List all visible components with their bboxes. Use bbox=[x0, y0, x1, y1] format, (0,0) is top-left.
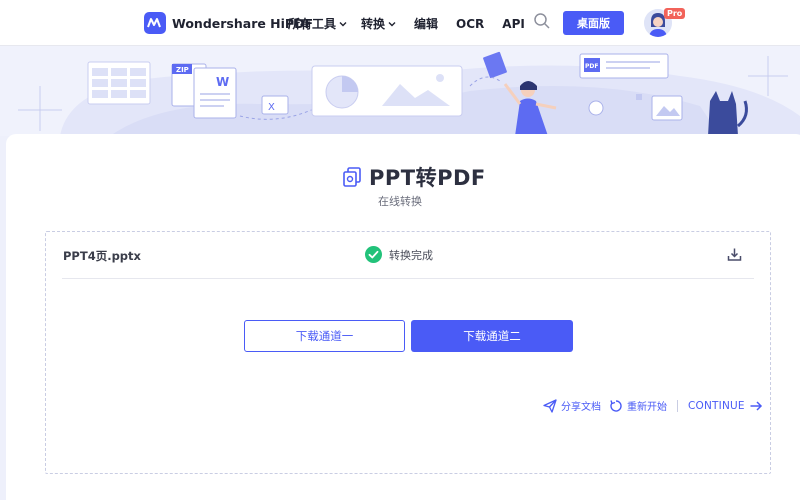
hero-banner: ZIP W X PDF bbox=[0, 46, 800, 136]
chevron-down-icon bbox=[388, 21, 396, 26]
post-actions: 分享文档 重新开始 CONTINUE bbox=[543, 398, 763, 413]
share-label: 分享文档 bbox=[561, 402, 601, 413]
word-label: W bbox=[216, 75, 229, 89]
pro-badge: Pro bbox=[664, 8, 686, 19]
banner-illustration: ZIP W X PDF bbox=[18, 51, 800, 136]
zip-label: ZIP bbox=[176, 66, 189, 74]
excel-label: X bbox=[268, 102, 275, 113]
refresh-icon bbox=[610, 399, 622, 412]
arrow-right-icon bbox=[750, 400, 762, 411]
nav-edit[interactable]: 编辑 bbox=[414, 15, 438, 32]
hipdf-logo-icon bbox=[144, 12, 166, 34]
download-icon[interactable] bbox=[727, 247, 742, 262]
row-divider bbox=[62, 278, 754, 279]
top-header: Wondershare HiPDF 所有工具 转换 编辑 OCR API 桌面版… bbox=[0, 0, 800, 46]
status-text: 转换完成 bbox=[389, 248, 433, 262]
restart-button[interactable]: 重新开始 bbox=[609, 398, 667, 413]
result-panel bbox=[45, 231, 771, 474]
share-document-button[interactable]: 分享文档 bbox=[543, 398, 601, 413]
chevron-down-icon bbox=[339, 21, 347, 26]
ppt-to-pdf-icon bbox=[343, 167, 361, 187]
nav-ocr[interactable]: OCR bbox=[456, 17, 484, 31]
search-icon[interactable] bbox=[533, 12, 551, 30]
main-nav: 所有工具 转换 编辑 OCR API bbox=[288, 15, 525, 32]
nav-all-tools-label: 所有工具 bbox=[288, 17, 337, 31]
download-channel-1-button[interactable]: 下载通道一 bbox=[244, 320, 405, 352]
page-subtitle: 在线转换 bbox=[378, 195, 422, 208]
continue-button[interactable]: CONTINUE bbox=[688, 399, 763, 413]
conversion-status: 转换完成 bbox=[365, 246, 433, 263]
check-circle-icon bbox=[365, 246, 382, 263]
nav-convert[interactable]: 转换 bbox=[361, 15, 396, 32]
restart-label: 重新开始 bbox=[627, 402, 667, 413]
nav-convert-label: 转换 bbox=[361, 17, 386, 31]
nav-api[interactable]: API bbox=[502, 17, 525, 31]
page-title: PPT转PDF bbox=[369, 166, 486, 190]
nav-all-tools[interactable]: 所有工具 bbox=[288, 15, 347, 32]
desktop-version-button[interactable]: 桌面版 bbox=[563, 11, 624, 35]
continue-label: CONTINUE bbox=[688, 399, 745, 412]
download-channel-2-button[interactable]: 下载通道二 bbox=[411, 320, 573, 352]
file-name: PPT4页.pptx bbox=[63, 249, 141, 263]
action-separator bbox=[677, 399, 678, 412]
pdf-label: PDF bbox=[585, 63, 598, 70]
page-heading: PPT转PDF bbox=[343, 162, 486, 192]
send-icon bbox=[543, 398, 557, 413]
